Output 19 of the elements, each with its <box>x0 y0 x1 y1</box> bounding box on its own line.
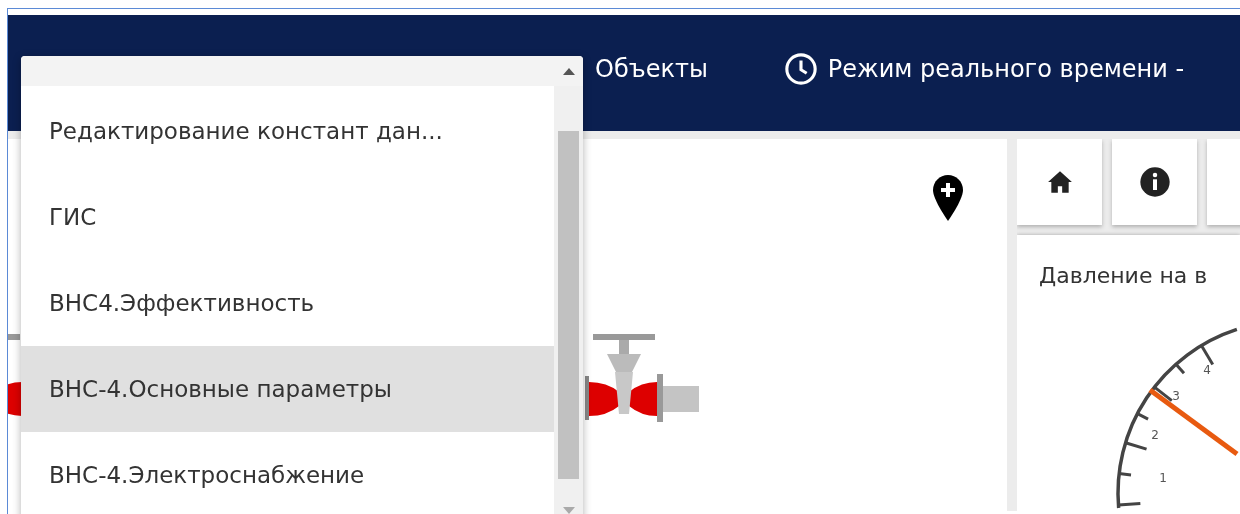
gauge-tick-label: 1 <box>1159 471 1167 485</box>
home-icon <box>1046 170 1073 194</box>
card-title: Давление на в <box>1039 263 1209 288</box>
gauge-tick-label: 2 <box>1151 428 1159 442</box>
info-button[interactable] <box>1112 139 1197 225</box>
scrollbar[interactable] <box>554 86 583 514</box>
home-button[interactable] <box>1017 139 1102 225</box>
scrollbar-thumb[interactable] <box>558 131 579 479</box>
select-field[interactable] <box>21 56 583 86</box>
caret-up-icon <box>563 67 575 75</box>
realtime-mode-link[interactable]: Режим реального времени - <box>783 52 1185 86</box>
gauge-tick-label: 4 <box>1203 363 1211 377</box>
nav-link[interactable]: Объекты <box>595 55 708 83</box>
info-icon <box>1138 166 1171 198</box>
add-marker-icon[interactable] <box>933 175 963 221</box>
gauge-tick-label: 3 <box>1172 389 1180 403</box>
clock-icon <box>783 52 818 86</box>
caret-down-icon <box>563 507 575 514</box>
dropdown-item[interactable]: ВНС-4.Основные параметры <box>21 346 554 432</box>
